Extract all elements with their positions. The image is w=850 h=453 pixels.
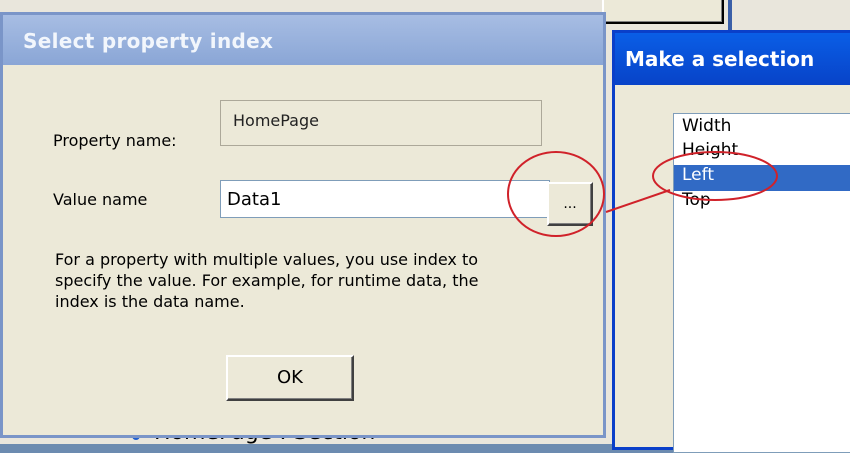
ok-button[interactable]: OK [226, 355, 354, 401]
description-text: For a property with multiple values, you… [55, 250, 479, 311]
value-name-input[interactable] [220, 180, 550, 218]
property-name-field: HomePage [220, 100, 542, 146]
list-item-top[interactable]: Top [682, 190, 711, 216]
select-property-index-dialog: Select property index Property name: Hom… [0, 12, 606, 438]
property-name-value: HomePage [233, 111, 319, 130]
property-name-label: Property name: [53, 131, 177, 150]
make-selection-dialog: Make a selection Width Height Left Top [612, 30, 850, 453]
list-item-width[interactable]: Width [682, 116, 731, 142]
value-name-label: Value name [53, 190, 148, 209]
selection-listbox[interactable]: Width Height Left Top [673, 113, 850, 453]
dialog-titlebar[interactable]: Make a selection [615, 33, 850, 85]
list-item-left[interactable]: Left [674, 165, 850, 191]
dialog-titlebar[interactable]: Select property index [3, 15, 603, 65]
background-button[interactable] [602, 0, 724, 24]
list-item-height[interactable]: Height [682, 140, 738, 166]
dialog-title: Select property index [23, 29, 274, 53]
browse-button[interactable]: ... [547, 182, 593, 226]
dialog-title: Make a selection [625, 47, 815, 71]
